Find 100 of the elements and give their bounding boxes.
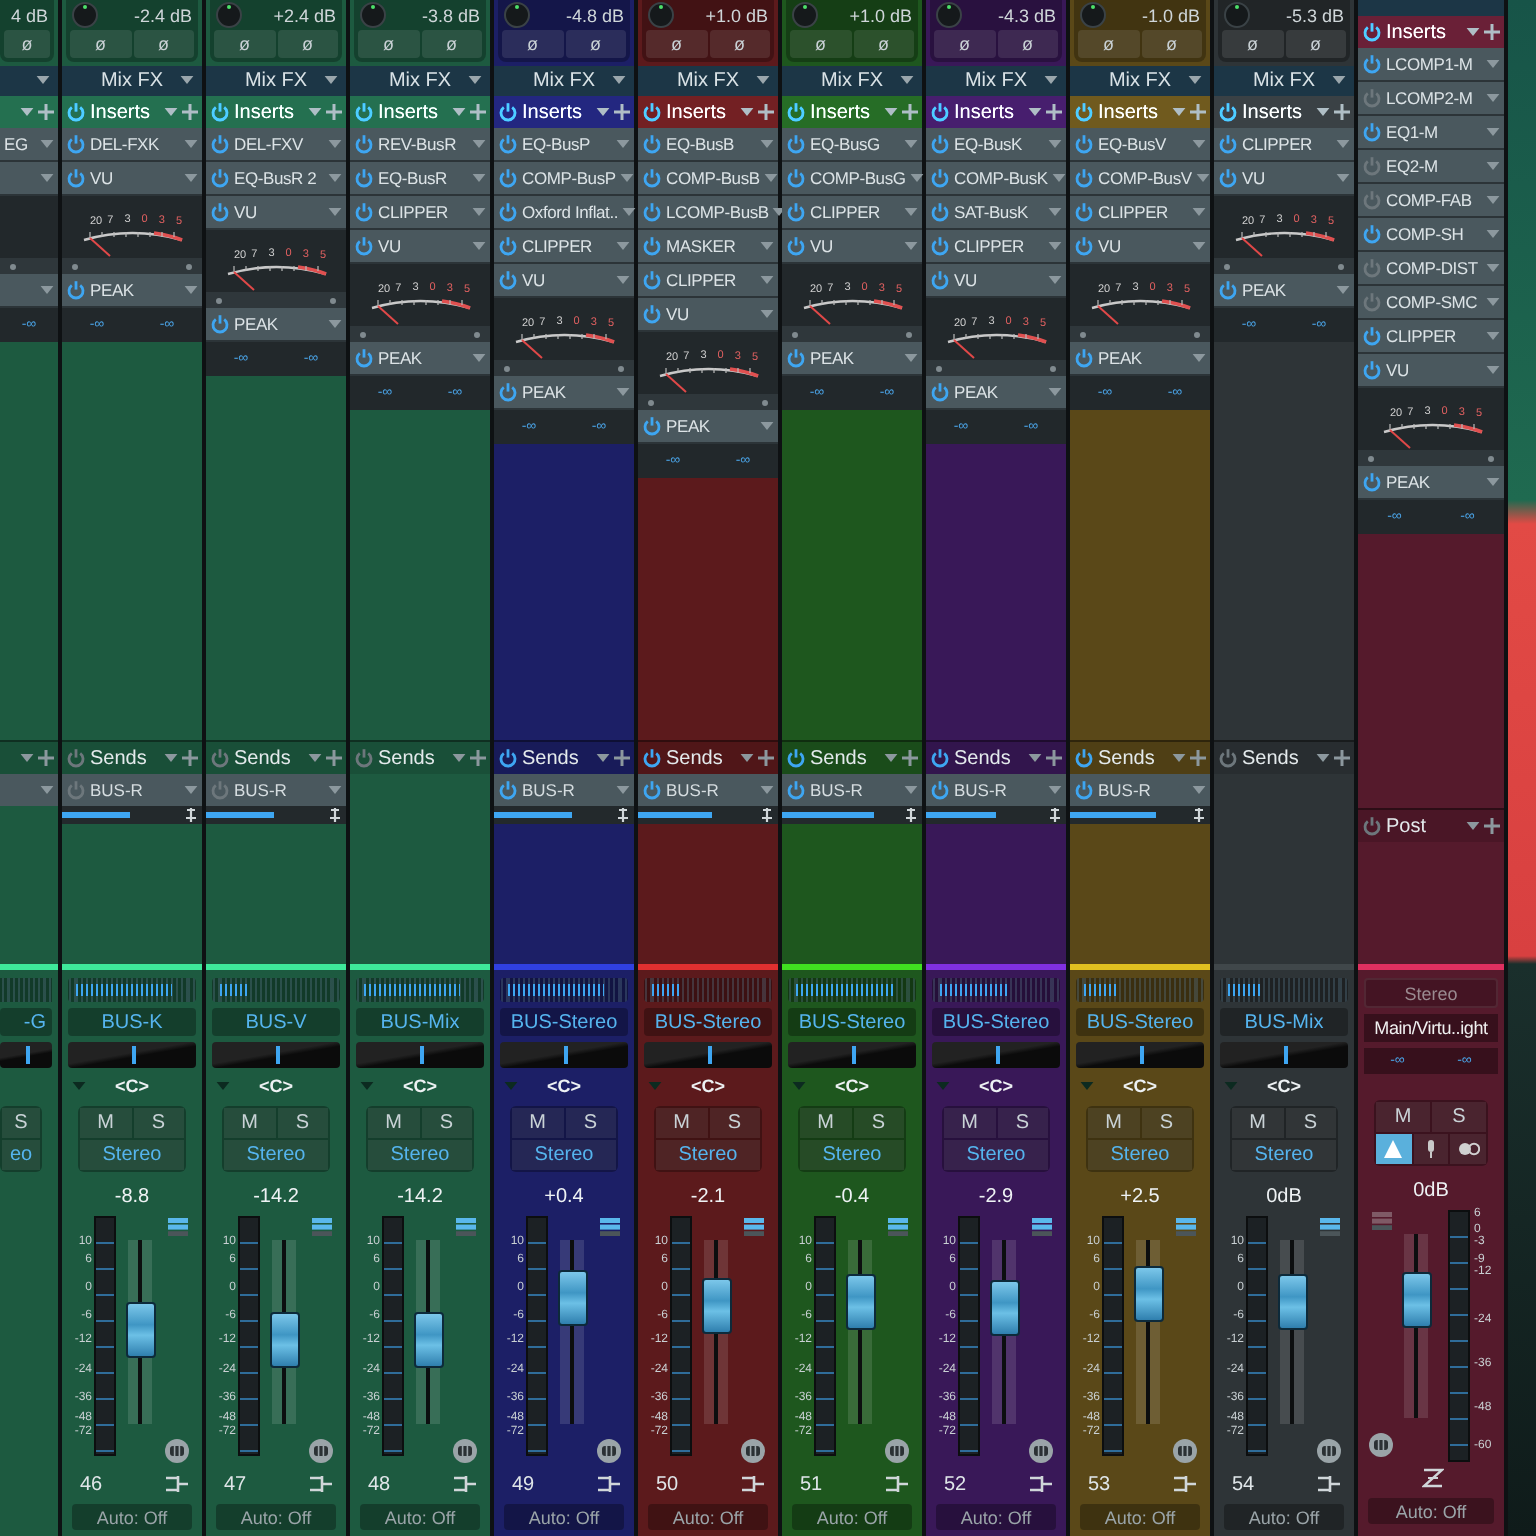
sends-header[interactable]: Sends xyxy=(1214,740,1354,774)
power-icon[interactable] xyxy=(1362,816,1382,836)
mix-fx-dropdown[interactable]: Mix FX xyxy=(1214,66,1354,96)
plus-icon[interactable] xyxy=(1046,750,1062,766)
mix-fx-dropdown[interactable]: Mix FX xyxy=(350,66,490,96)
pan-slider[interactable] xyxy=(932,1042,1060,1068)
channel-name[interactable]: BUS-Mix xyxy=(1220,1008,1348,1036)
send-slot[interactable] xyxy=(0,774,58,806)
channel-name[interactable]: BUS-V xyxy=(212,1008,340,1036)
plus-icon[interactable] xyxy=(902,750,918,766)
caret-icon[interactable] xyxy=(1316,108,1330,116)
monitor-button[interactable] xyxy=(1413,1134,1449,1164)
automation-button[interactable]: Auto: Off xyxy=(216,1504,336,1530)
mix-fx-dropdown[interactable]: Mix FX xyxy=(926,66,1066,96)
phase-button[interactable]: ø xyxy=(214,30,275,58)
plus-icon[interactable] xyxy=(182,750,198,766)
caret-icon[interactable] xyxy=(596,754,610,762)
automation-button[interactable]: Auto: Off xyxy=(648,1504,768,1530)
plus-icon[interactable] xyxy=(902,104,918,120)
branch-icon[interactable] xyxy=(742,1474,764,1494)
bars-icon[interactable] xyxy=(888,1218,908,1236)
power-icon[interactable] xyxy=(930,748,950,768)
fader-handle[interactable] xyxy=(701,1278,731,1335)
plus-icon[interactable] xyxy=(1334,750,1350,766)
fader-handle[interactable] xyxy=(125,1301,155,1358)
output-button[interactable]: Stereo xyxy=(224,1140,328,1170)
mix-fx-dropdown[interactable]: Mix FX xyxy=(1070,66,1210,96)
caret-icon[interactable] xyxy=(164,108,178,116)
inserts-header[interactable]: Inserts xyxy=(1358,16,1504,48)
mute-button[interactable]: M xyxy=(224,1108,275,1138)
caret-icon[interactable] xyxy=(884,108,898,116)
pan-slider[interactable] xyxy=(788,1042,916,1068)
phase-button[interactable]: ø xyxy=(421,30,482,58)
channel-name[interactable]: BUS-K xyxy=(68,1008,196,1036)
pin-icon[interactable] xyxy=(904,808,918,822)
phase-button[interactable]: ø xyxy=(997,30,1058,58)
caret-icon[interactable] xyxy=(612,76,626,84)
channel-name[interactable]: BUS-Stereo xyxy=(1076,1008,1204,1036)
plus-icon[interactable] xyxy=(614,104,630,120)
send-level-bar[interactable] xyxy=(62,806,202,824)
phase-button[interactable]: ø xyxy=(790,30,851,58)
mix-fx-dropdown[interactable]: Mix FX xyxy=(638,66,778,96)
solo-button[interactable]: S xyxy=(1285,1108,1336,1138)
knob-icon[interactable] xyxy=(648,2,674,28)
caret-icon[interactable] xyxy=(1466,28,1480,36)
bars-icon[interactable] xyxy=(456,1218,476,1236)
pin-icon[interactable] xyxy=(760,808,774,822)
plus-icon[interactable] xyxy=(326,104,342,120)
phase-button[interactable]: ø xyxy=(4,30,50,58)
inserts-header[interactable]: Inserts xyxy=(926,96,1066,128)
bars-icon[interactable] xyxy=(312,1218,332,1236)
caret-icon[interactable] xyxy=(900,76,914,84)
solo-button[interactable]: S xyxy=(421,1108,472,1138)
pan-slider[interactable] xyxy=(356,1042,484,1068)
mute-button[interactable]: M xyxy=(80,1108,131,1138)
caret-icon[interactable] xyxy=(1028,108,1042,116)
output-button[interactable]: Stereo xyxy=(368,1140,472,1170)
insert-slot[interactable]: EG xyxy=(0,128,58,162)
phase-button[interactable]: ø xyxy=(502,30,563,58)
mute-button[interactable]: M xyxy=(1232,1108,1283,1138)
caret-icon[interactable] xyxy=(36,76,50,84)
knob-icon[interactable] xyxy=(1080,2,1106,28)
pan-slider[interactable] xyxy=(644,1042,772,1068)
phase-button[interactable]: ø xyxy=(1222,30,1283,58)
pin-icon[interactable] xyxy=(1048,808,1062,822)
pan-slider[interactable] xyxy=(1220,1042,1348,1068)
pin-icon[interactable] xyxy=(328,808,342,822)
sends-header[interactable]: Sends xyxy=(1070,740,1210,774)
plus-icon[interactable] xyxy=(1190,750,1206,766)
output-button[interactable]: Stereo xyxy=(944,1140,1048,1170)
pin-icon[interactable] xyxy=(616,808,630,822)
circle-bars-icon[interactable] xyxy=(164,1438,190,1464)
pan-slider[interactable] xyxy=(212,1042,340,1068)
send-level-bar[interactable] xyxy=(494,806,634,824)
solo-button[interactable]: S xyxy=(997,1108,1048,1138)
phase-button[interactable]: ø xyxy=(709,30,770,58)
knob-icon[interactable] xyxy=(504,2,530,28)
phase-button[interactable]: ø xyxy=(565,30,626,58)
pan-slider[interactable] xyxy=(68,1042,196,1068)
inserts-header[interactable]: Inserts xyxy=(638,96,778,128)
caret-icon[interactable] xyxy=(622,208,637,216)
inserts-header[interactable]: Inserts xyxy=(494,96,634,128)
power-icon[interactable] xyxy=(786,102,806,122)
automation-button[interactable]: Auto: Off xyxy=(72,1504,192,1530)
channel-name[interactable]: -G xyxy=(0,1008,52,1036)
plus-icon[interactable] xyxy=(758,104,774,120)
plus-icon[interactable] xyxy=(326,750,342,766)
output-button[interactable]: Stereo xyxy=(1088,1140,1192,1170)
channel-name[interactable]: BUS-Stereo xyxy=(644,1008,772,1036)
pan-slider[interactable] xyxy=(500,1042,628,1068)
caret-icon[interactable] xyxy=(740,108,754,116)
plus-icon[interactable] xyxy=(470,750,486,766)
power-icon[interactable] xyxy=(930,102,950,122)
power-icon[interactable] xyxy=(642,102,662,122)
solo-button[interactable]: S xyxy=(1432,1102,1486,1132)
caret-icon[interactable] xyxy=(1172,754,1186,762)
automation-button[interactable]: Auto: Off xyxy=(936,1504,1056,1530)
branch-icon[interactable] xyxy=(886,1474,908,1494)
mix-fx-dropdown[interactable] xyxy=(0,66,58,96)
fader-handle[interactable] xyxy=(845,1273,875,1330)
